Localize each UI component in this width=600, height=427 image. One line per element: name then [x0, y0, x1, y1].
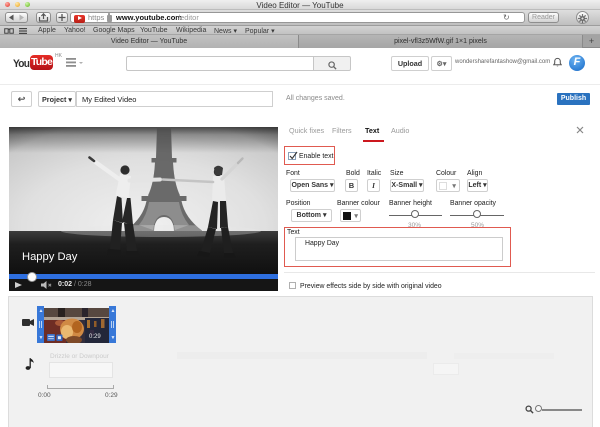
- svg-text:0:29: 0:29: [89, 334, 101, 340]
- svg-text:Happy Day: Happy Day: [22, 251, 78, 263]
